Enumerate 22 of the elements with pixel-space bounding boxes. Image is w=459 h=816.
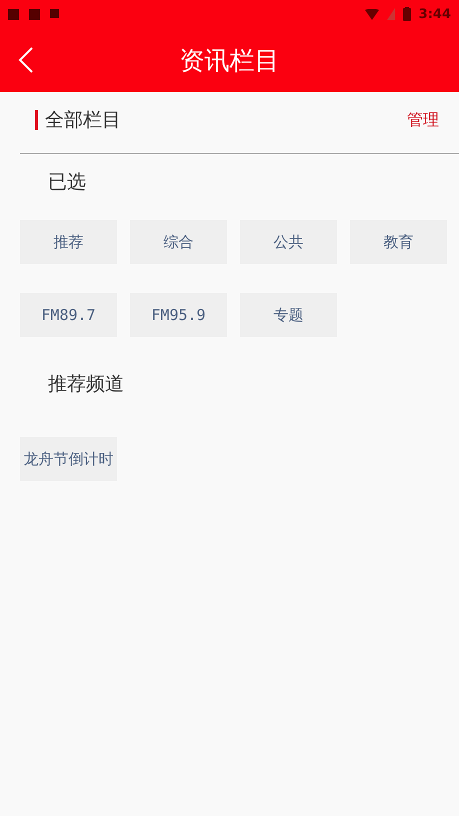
page-title: 资讯栏目 — [180, 44, 280, 76]
channel-tile[interactable]: 教育 — [350, 220, 447, 264]
group-title: 已选 — [47, 170, 87, 194]
battery-icon — [402, 7, 411, 21]
status-time: 3:44 — [418, 6, 451, 22]
channel-tile[interactable]: 推荐 — [20, 220, 117, 264]
channel-tile[interactable]: 综合 — [130, 220, 227, 264]
signal-icon — [386, 8, 395, 20]
channel-tile[interactable]: 公共 — [240, 220, 337, 264]
accent-bar — [35, 110, 38, 130]
section-title: 全部栏目 — [45, 108, 122, 133]
channel-tile[interactable]: FM89.7 — [20, 293, 117, 337]
notification-icon — [8, 8, 19, 20]
notification-icon — [50, 8, 59, 18]
wifi-icon — [364, 8, 379, 20]
group-title: 推荐频道 — [47, 372, 125, 396]
channel-tile[interactable]: FM95.9 — [130, 293, 227, 337]
channel-tile[interactable]: 专题 — [240, 293, 337, 337]
back-icon[interactable] — [18, 46, 34, 74]
notification-icon — [29, 8, 40, 20]
channel-tile[interactable]: 龙舟节倒计时 — [20, 437, 117, 481]
manage-link[interactable]: 管理 — [407, 110, 439, 130]
